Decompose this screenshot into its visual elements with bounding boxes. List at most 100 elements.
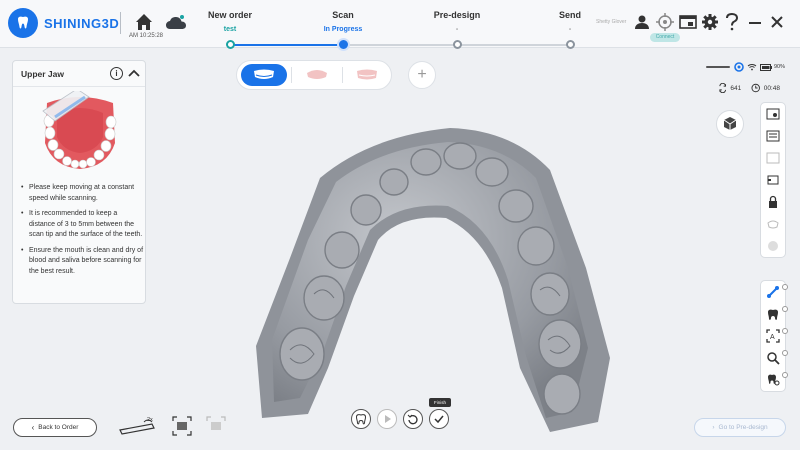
chevron-up-icon[interactable] [127,67,141,81]
crop-icon [767,175,779,185]
checkmark-icon [434,415,444,424]
clock-time: AM 10:25:28 [128,33,164,39]
gear-icon [702,14,718,30]
step-new-order[interactable]: New order test [185,10,275,33]
home-icon [136,14,152,30]
back-button-label: Back to Order [38,424,79,431]
back-to-order-button[interactable]: ‹ Back to Order [13,418,97,437]
timer-icon [751,83,761,93]
focus-icon: A [766,329,780,343]
tool-tooth-marker[interactable] [761,369,788,391]
close-button[interactable] [767,12,787,32]
frames-icon [719,83,727,93]
brand-name: SHINING3D [44,15,120,31]
scan-counters: 641 00:48 [718,82,790,94]
list-item: Ensure the mouth is clean and dry of blo… [21,246,143,278]
user-name: Shetty Glover [596,19,627,25]
jaw-selector [236,60,392,90]
tool-crop[interactable] [761,169,785,191]
finish-tooltip: Finish [429,398,451,407]
lower-jaw-button[interactable] [294,64,340,86]
help-button[interactable] [722,12,742,32]
user-button[interactable] [632,12,652,32]
scanner-status: 90% [706,61,786,73]
tool-model-view[interactable] [761,213,785,235]
scanner-handpiece-icon [119,419,155,435]
minimize-button[interactable] [745,12,765,32]
step-dot-send [566,40,575,49]
step-pre-design[interactable]: Pre-design - [412,10,502,33]
frame-count: 641 [730,84,742,92]
connect-status-badge: Connect [650,33,680,42]
svg-text:A: A [770,334,775,341]
upper-jaw-illustration [42,91,117,169]
top-bar: SHINING3D AM 10:25:28 New order test Sca… [0,0,800,49]
submenu-indicator [782,306,788,312]
step-dot-new-order [226,40,235,49]
tooth-logo-icon [8,8,38,38]
tool-smart-select[interactable] [761,281,788,303]
scan-guide-panel: Upper Jaw i Please keep moving at a cons… [12,60,146,304]
tool-focus[interactable]: A [761,325,788,347]
list-item: It is recommended to keep a distance of … [21,209,143,241]
window-capture-icon [679,15,697,29]
home-button[interactable] [130,10,158,34]
tooth-outline-icon [355,414,367,425]
tool-zoom[interactable] [761,347,788,369]
scan-tips-list: Please keep moving at a constant speed w… [21,183,143,282]
calibration-button[interactable] [655,12,675,32]
play-button[interactable] [377,409,397,429]
lower-jaw-icon [307,70,327,79]
tool-scan-settings[interactable] [761,103,785,125]
scanner-tip-icon [706,66,730,68]
view-cube-button[interactable] [716,110,744,138]
tool-image[interactable] [761,147,785,169]
step-dot-pre-design [453,40,462,49]
info-icon[interactable]: i [110,67,123,80]
chevron-left-icon: ‹ [31,423,35,432]
upper-jaw-icon [254,69,274,79]
scan-settings-icon [766,108,780,120]
close-icon [771,16,783,28]
undo-icon [407,414,418,425]
undo-button[interactable] [403,409,423,429]
bite-button[interactable] [344,64,390,86]
upper-jaw-button[interactable] [241,64,287,86]
frame-view-button[interactable] [172,414,192,438]
submenu-indicator [782,328,788,334]
panel-title: Upper Jaw [21,69,64,79]
settings-button[interactable] [700,12,720,32]
tooth-marker-icon [768,374,780,386]
dental-arch-3d-model[interactable] [250,118,630,434]
tool-lock[interactable] [761,191,785,213]
screenshot-button[interactable] [678,12,698,32]
scanner-zoom-button[interactable] [118,414,160,438]
divider [120,12,121,34]
battery-level: 90% [774,64,786,70]
submenu-indicator [782,284,788,290]
progress-fill [230,44,343,46]
tooth-icon [768,309,778,320]
tooth-mode-button[interactable] [351,409,371,429]
tool-tooth[interactable] [761,303,788,325]
bite-icon [357,69,377,80]
divider [291,67,292,83]
tool-texture[interactable] [761,125,785,147]
question-icon [726,13,739,31]
step-title: Scan [332,10,354,20]
camera-view-button[interactable] [206,414,226,438]
user-icon [635,15,649,29]
frame-view-icon [172,416,192,436]
submenu-indicator [782,372,788,378]
edit-tools-group: A [760,280,788,392]
step-subtitle: In Progress [323,26,363,33]
scan-tools-group [760,102,786,258]
cube-icon [723,117,737,130]
finish-button[interactable] [429,409,449,429]
add-scan-button[interactable]: + [408,61,436,89]
step-scan[interactable]: Scan In Progress [298,10,388,33]
divider [13,86,145,87]
tool-color[interactable] [761,235,785,257]
go-to-pre-design-button[interactable]: › Go to Pre-design [694,418,786,437]
zoom-icon [767,352,780,365]
